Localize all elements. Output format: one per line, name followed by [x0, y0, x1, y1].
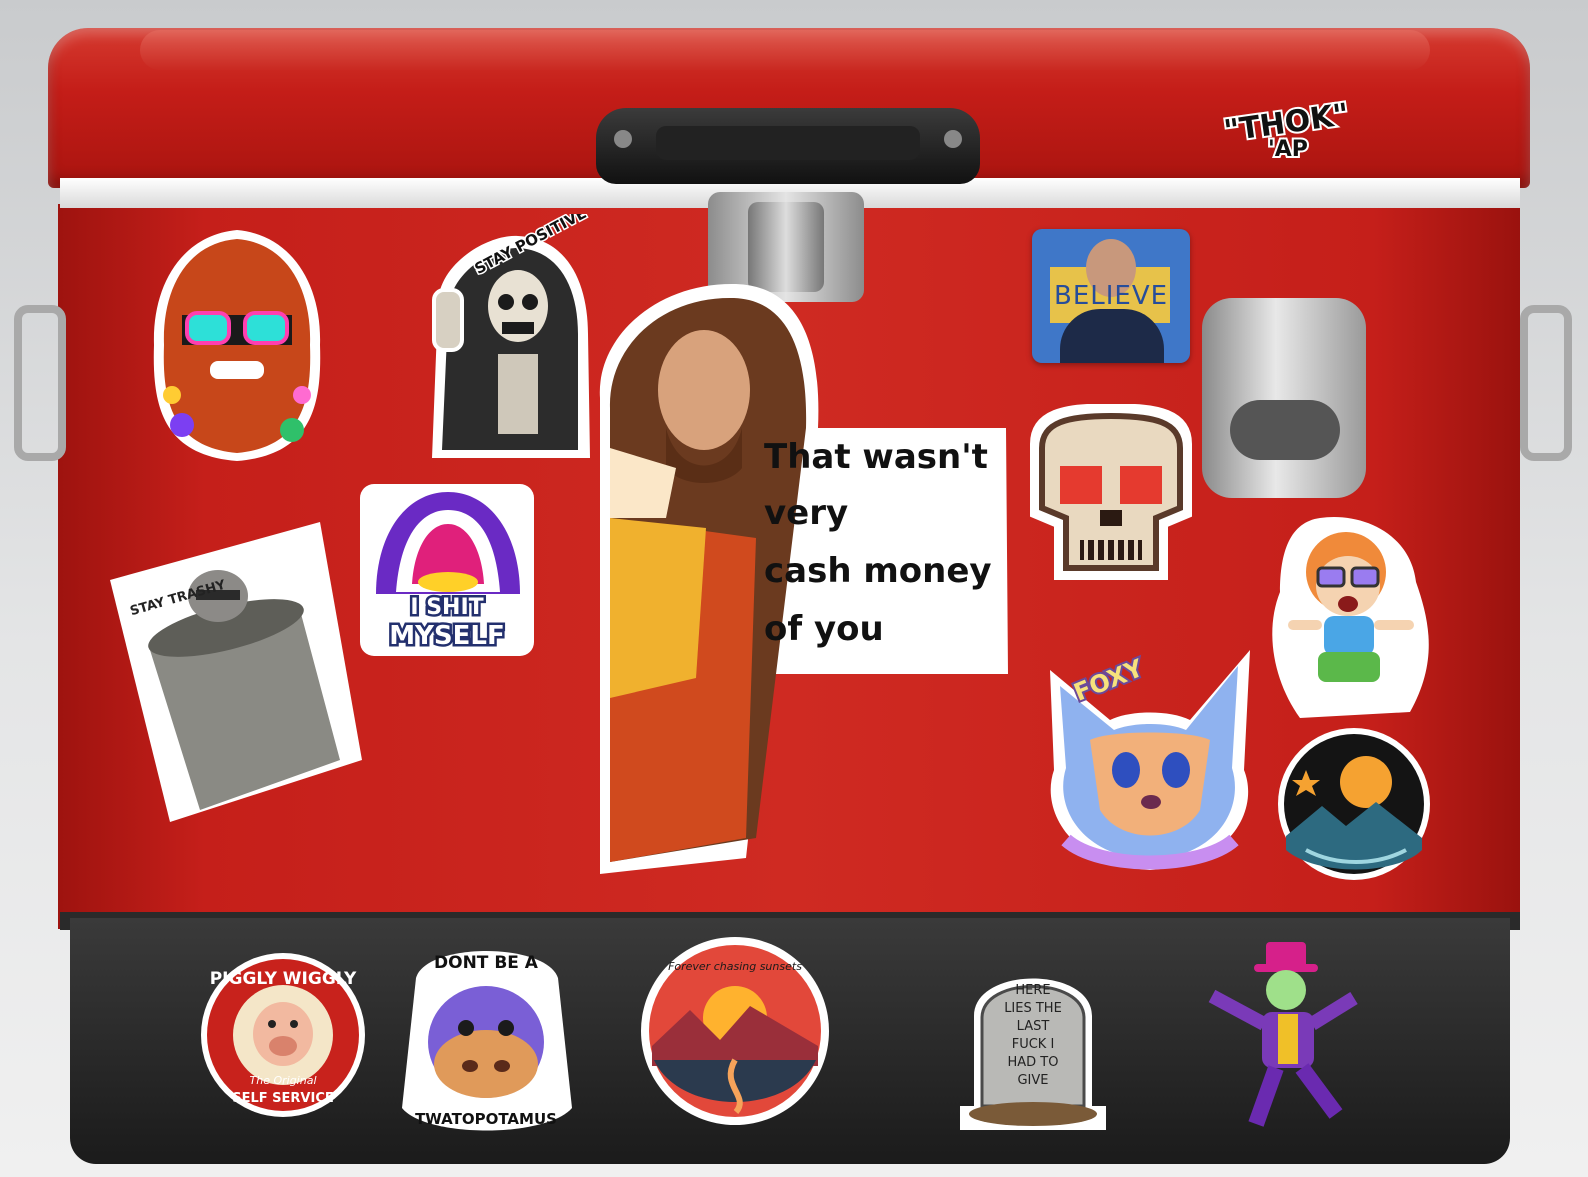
bottle-opener-slot [1230, 400, 1340, 460]
jesus-line4: of you [764, 609, 884, 649]
person-shirt [1060, 309, 1164, 363]
tomb-line6: GIVE [1017, 1073, 1048, 1088]
night-mountain-sticker [1278, 728, 1430, 880]
hippo-sticker: DONT BE A TWATOPOTAMUS [402, 951, 572, 1131]
bigfoot-sticker [153, 230, 321, 461]
jesus-line2: very [764, 493, 848, 533]
piggly-line3: SELF SERVICE [232, 1091, 334, 1106]
hippo-line1: DONT BE A [434, 953, 539, 973]
chuckie-sticker [1272, 516, 1429, 718]
raccoon-trash-sticker: STAY TRASHY [110, 522, 362, 822]
right-side-handle[interactable] [1520, 305, 1572, 461]
tomb-line4: FUCK I [1012, 1037, 1055, 1052]
tomb-line2: LIES THE [1004, 1001, 1062, 1016]
piggly-line1: PIGGLY WIGGLY [210, 969, 357, 989]
sunset-text: Forever chasing sunsets [668, 960, 802, 973]
thik-ap-sticker: "THOK" 'AP [1220, 95, 1353, 164]
lid-highlight [140, 30, 1430, 70]
believe-text: BELIEVE [1054, 281, 1169, 311]
lid-handle[interactable] [596, 108, 980, 184]
jesus-sticker: That wasn't very cash money of you [599, 283, 1008, 874]
sunset-sticker: Forever chasing sunsets [641, 937, 829, 1125]
taco-line2: MYSELF [389, 621, 505, 651]
tomb-line3: LAST [1017, 1019, 1050, 1034]
dancing-skeleton-sticker [1208, 942, 1358, 1127]
bottle-opener [1202, 298, 1366, 498]
foxy-text: FOXY [1070, 654, 1148, 707]
screw-icon [614, 130, 632, 148]
foxy-sticker: FOXY [1050, 650, 1250, 870]
screw-icon [944, 130, 962, 148]
jesus-line3: cash money [764, 551, 992, 591]
believe-sticker: BELIEVE [1032, 229, 1190, 363]
hippo-line2: TWATOPOTAMUS [415, 1110, 557, 1128]
tomb-line5: HAD TO [1008, 1055, 1059, 1070]
pixel-skull-sticker [1030, 404, 1192, 580]
tombstone-sticker: HERE LIES THE LAST FUCK I HAD TO GIVE [960, 978, 1106, 1130]
handle-grip [656, 126, 920, 160]
tomb-line1: HERE [1015, 983, 1050, 998]
taco-bell-parody-sticker: I SHIT MYSELF [360, 484, 534, 656]
jesus-line1: That wasn't [764, 437, 988, 477]
piggly-wiggly-sticker: PIGGLY WIGGLY The Original SELF SERVICE [201, 953, 365, 1117]
left-side-handle[interactable] [14, 305, 66, 461]
stay-positive-sticker: STAY POSITIVE [432, 214, 591, 458]
piggly-line2: The Original [250, 1074, 317, 1087]
thik-ap-line2: 'AP [1268, 137, 1308, 162]
taco-line1: I SHIT [410, 595, 483, 620]
